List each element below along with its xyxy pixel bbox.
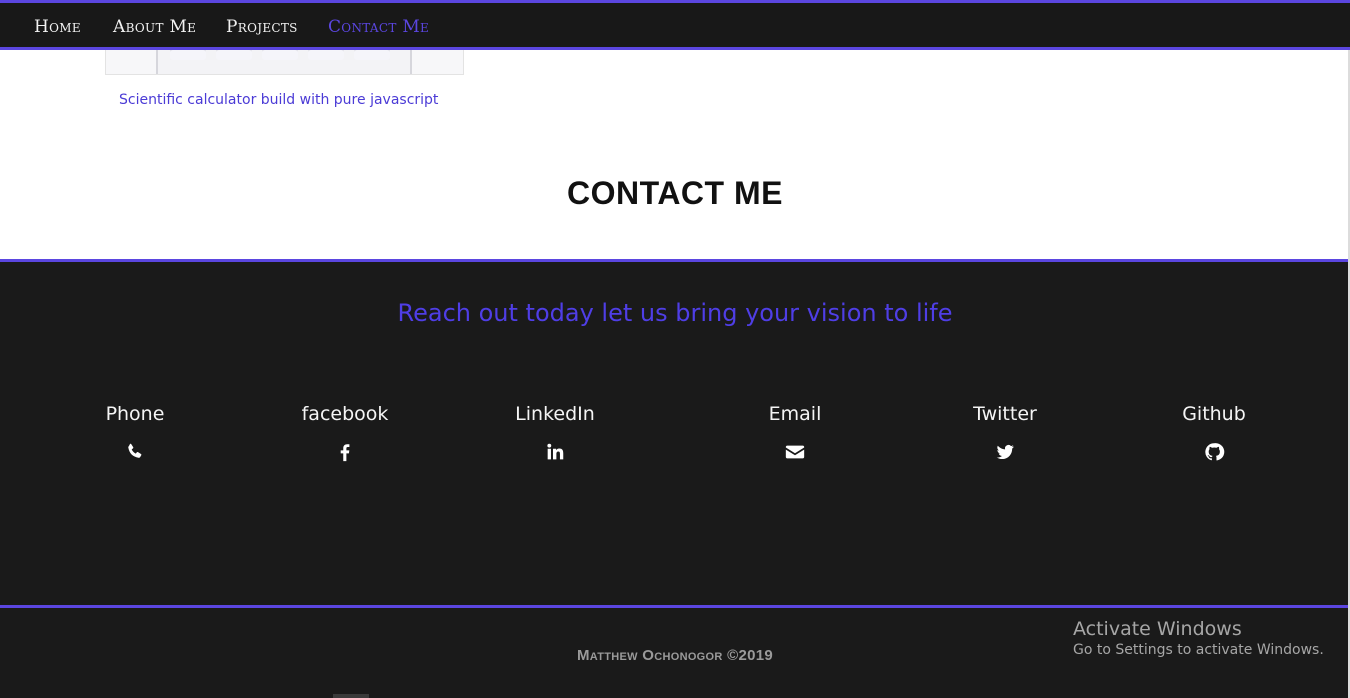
contact-item-twitter[interactable]: Twitter (915, 403, 1095, 463)
contact-label: facebook (301, 403, 389, 425)
calc-key (170, 49, 206, 60)
contact-section-heading: CONTACT ME (567, 175, 783, 211)
calc-key (308, 49, 344, 60)
activation-subtitle: Go to Settings to activate Windows. (1073, 642, 1324, 658)
activation-title: Activate Windows (1073, 618, 1242, 640)
contact-section: Reach out today let us bring your vision… (0, 259, 1350, 608)
contact-tagline: Reach out today let us bring your vision… (397, 299, 953, 327)
contact-label: Phone (105, 403, 165, 425)
phone-icon[interactable] (124, 441, 146, 463)
contact-label: Twitter (973, 403, 1037, 425)
envelope-icon[interactable] (784, 441, 806, 463)
top-navbar: Home About Me Projects Contact Me (0, 0, 1350, 50)
project-caption-link[interactable]: Scientific calculator build with pure ja… (119, 92, 438, 108)
contact-item-linkedin[interactable]: LinkedIn (465, 403, 645, 463)
contact-item-phone[interactable]: Phone (45, 403, 225, 463)
horizontal-scrollbar-thumb[interactable] (333, 694, 369, 698)
windows-activation-watermark: Activate Windows Go to Settings to activ… (1073, 618, 1324, 658)
nav-home-link[interactable]: Home (34, 17, 81, 37)
calc-key (354, 49, 390, 60)
nav-about-link[interactable]: About Me (113, 17, 196, 37)
nav-projects-link[interactable]: Projects (226, 17, 298, 37)
contact-label: Github (1182, 403, 1246, 425)
contact-item-email[interactable]: Email (705, 403, 885, 463)
contact-label: LinkedIn (515, 403, 595, 425)
linkedin-icon[interactable] (544, 441, 566, 463)
contact-item-github[interactable]: Github (1124, 403, 1304, 463)
contact-item-facebook[interactable]: facebook (255, 403, 435, 463)
twitter-icon[interactable] (994, 441, 1016, 463)
calc-key (216, 49, 252, 60)
nav-contact-link[interactable]: Contact Me (328, 17, 429, 37)
facebook-icon[interactable] (334, 441, 356, 463)
github-icon[interactable] (1203, 441, 1225, 463)
contact-label: Email (768, 403, 822, 425)
calc-key (262, 49, 298, 60)
